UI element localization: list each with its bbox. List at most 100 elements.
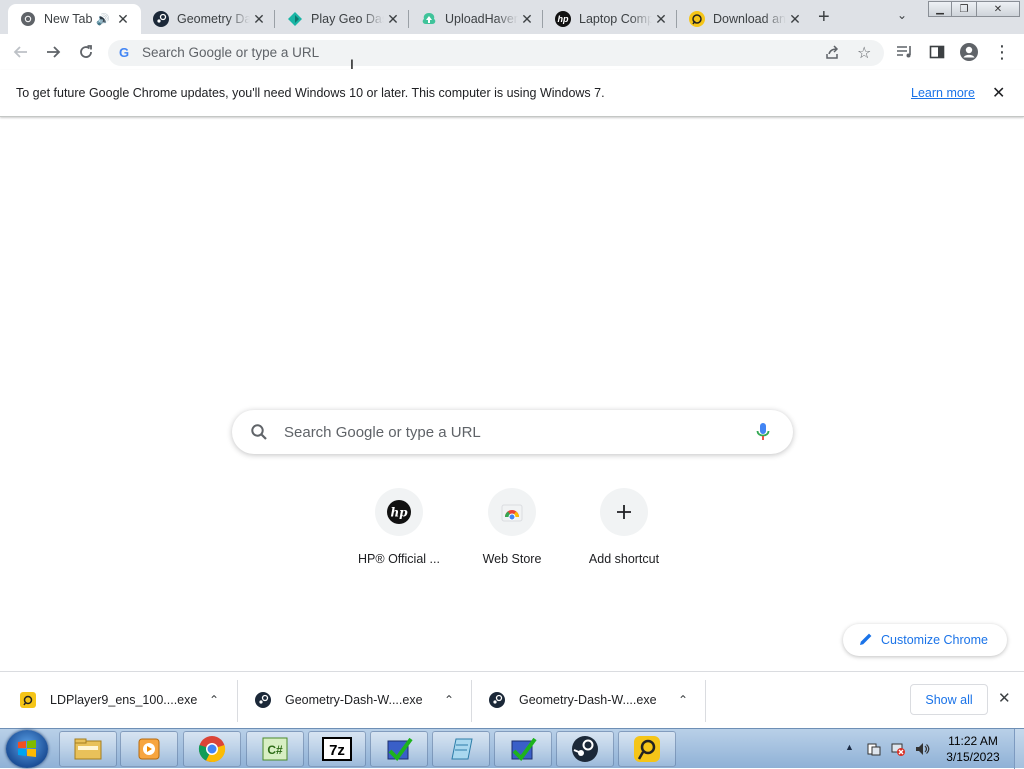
restore-icon[interactable]: ❐ (951, 1, 977, 17)
close-icon[interactable]: ✕ (114, 11, 132, 28)
chevron-up-icon[interactable]: ⌃ (202, 693, 226, 707)
infobar-close-icon[interactable]: ✕ (992, 83, 1005, 103)
tab-search-chevron-icon[interactable]: ⌄ (897, 8, 907, 22)
tray-expand-icon[interactable]: ▲ (845, 742, 854, 752)
system-clock[interactable]: 11:22 AM 3/15/2023 (938, 733, 1008, 765)
customize-chrome-button[interactable]: Customize Chrome (843, 624, 1007, 656)
microphone-icon[interactable] (755, 422, 771, 445)
shortcut-label: Web Store (482, 552, 542, 566)
download-item[interactable]: Geometry-Dash-W....exe ⌃ (471, 678, 705, 722)
steam-icon (489, 692, 505, 708)
tab-laptop-computers[interactable]: hp Laptop Computers ✕ (543, 4, 676, 34)
web-store-icon (488, 488, 536, 536)
pencil-icon (859, 632, 873, 649)
close-icon[interactable]: ✕ (786, 11, 804, 28)
back-icon[interactable] (10, 41, 32, 63)
plus-icon (600, 488, 648, 536)
forward-icon[interactable] (42, 41, 64, 63)
search-icon (250, 423, 268, 444)
reload-icon[interactable] (75, 41, 97, 63)
menu-kebab-icon[interactable]: ⋮ (991, 41, 1013, 63)
taskbar: C# 7z ▲ 11:22 AM 3/15/2023 (0, 728, 1024, 769)
download-item[interactable]: Geometry-Dash-W....exe ⌃ (237, 678, 471, 722)
tab-title: New Tab (44, 12, 93, 26)
shortcut-label: HP® Official ... (358, 552, 440, 566)
svg-text:hp: hp (390, 506, 408, 520)
close-icon[interactable]: ✕ (250, 11, 268, 28)
installer-icon[interactable] (494, 731, 552, 767)
hp-icon: hp (375, 488, 423, 536)
shortcut-add[interactable]: Add shortcut (568, 488, 680, 578)
windows-start-icon[interactable] (6, 730, 48, 768)
clock-time: 11:22 AM (948, 734, 998, 748)
tab-title: Play Geo Dash (311, 12, 384, 26)
tab-strip: New Tab 🔊 ✕ Geometry Dash ✕ Play Geo Das… (0, 0, 1024, 34)
profile-avatar-icon[interactable] (958, 41, 980, 63)
volume-icon[interactable] (914, 741, 930, 760)
explorer-icon[interactable] (59, 731, 117, 767)
address-bar[interactable]: G Search Google or type a URL ☆ (108, 40, 884, 66)
hp-icon: hp (555, 11, 571, 27)
download-filename: LDPlayer9_ens_100....exe (50, 693, 198, 707)
geo-dash-icon (287, 11, 303, 27)
download-filename: Geometry-Dash-W....exe (519, 693, 657, 707)
audio-icon[interactable]: 🔊 (96, 13, 114, 26)
ldplayer-icon[interactable] (618, 731, 676, 767)
installer-icon[interactable] (370, 731, 428, 767)
learn-more-link[interactable]: Learn more (911, 86, 975, 100)
notepad-icon[interactable] (432, 731, 490, 767)
uploadhaven-icon (421, 11, 437, 27)
ntp-search-box[interactable]: Search Google or type a URL (232, 410, 793, 454)
network-error-icon[interactable] (890, 741, 906, 760)
download-shelf: LDPlayer9_ens_100....exe ⌃ Geometry-Dash… (0, 671, 1024, 728)
update-infobar: To get future Google Chrome updates, you… (0, 70, 1024, 117)
divider (705, 680, 706, 722)
side-panel-icon[interactable] (926, 41, 948, 63)
share-icon[interactable] (824, 45, 840, 64)
tab-geometry-dash[interactable]: Geometry Dash ✕ (141, 4, 274, 34)
ldplayer-icon (20, 692, 36, 708)
minimize-icon[interactable]: ▁ (928, 1, 952, 17)
csharp-icon[interactable]: C# (246, 731, 304, 767)
media-player-icon[interactable] (120, 731, 178, 767)
infobar-message: To get future Google Chrome updates, you… (16, 86, 605, 100)
new-tab-icon[interactable]: + (818, 6, 830, 29)
customize-label: Customize Chrome (881, 633, 988, 647)
shortcut-hp[interactable]: hp HP® Official ... (343, 488, 455, 578)
show-all-button[interactable]: Show all (910, 684, 988, 715)
action-center-icon[interactable] (866, 741, 882, 760)
chrome-icon[interactable] (183, 731, 241, 767)
tab-title: Geometry Dash (177, 12, 250, 26)
ntp-search-placeholder: Search Google or type a URL (284, 424, 481, 441)
tab-play-geo-dash[interactable]: Play Geo Dash ✕ (275, 4, 408, 34)
google-icon: G (119, 45, 130, 60)
window-close-icon[interactable]: ✕ (976, 1, 1020, 17)
steam-icon (255, 692, 271, 708)
bookmark-star-icon[interactable]: ☆ (857, 43, 871, 63)
download-filename: Geometry-Dash-W....exe (285, 693, 423, 707)
tab-title: Download and (713, 12, 786, 26)
tab-title: UploadHaven (445, 12, 518, 26)
download-item[interactable]: LDPlayer9_ens_100....exe ⌃ (2, 678, 236, 722)
svg-text:C#: C# (267, 743, 283, 757)
shortcut-web-store[interactable]: Web Store (456, 488, 568, 578)
shelf-close-icon[interactable]: ✕ (998, 689, 1011, 707)
7zip-icon[interactable]: 7z (308, 731, 366, 767)
svg-text:7z: 7z (329, 742, 345, 759)
steam-icon (153, 11, 169, 27)
show-desktop-button[interactable] (1014, 729, 1024, 769)
chrome-icon (20, 11, 36, 27)
tab-uploadhaven[interactable]: UploadHaven ✕ (409, 4, 542, 34)
steam-icon[interactable] (556, 731, 614, 767)
close-icon[interactable]: ✕ (384, 11, 402, 28)
chevron-up-icon[interactable]: ⌃ (671, 693, 695, 707)
tab-new-tab[interactable]: New Tab 🔊 ✕ (8, 4, 141, 34)
clock-date: 3/15/2023 (946, 750, 1000, 764)
tab-title: Laptop Computers (579, 12, 652, 26)
chevron-up-icon[interactable]: ⌃ (437, 693, 461, 707)
close-icon[interactable]: ✕ (652, 11, 670, 28)
media-queue-icon[interactable] (894, 41, 916, 63)
tab-download[interactable]: Download and ✕ (677, 4, 810, 34)
close-icon[interactable]: ✕ (518, 11, 536, 28)
shortcut-label: Add shortcut (588, 552, 660, 566)
